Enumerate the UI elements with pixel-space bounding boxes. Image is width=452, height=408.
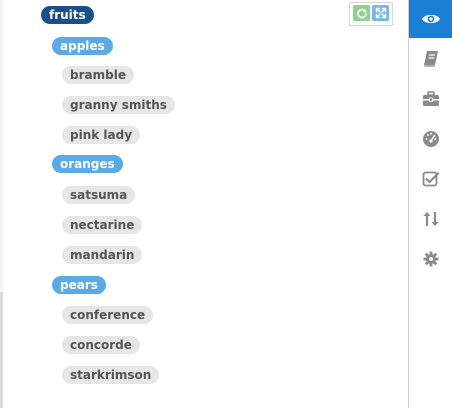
tree-leaf-bramble[interactable]: bramble bbox=[62, 66, 134, 84]
eye-icon bbox=[422, 14, 440, 24]
tree-leaf-starkrimson[interactable]: starkrimson bbox=[62, 366, 160, 384]
sidebar-item-book[interactable] bbox=[409, 40, 452, 78]
tree-leaf-satsuma[interactable]: satsuma bbox=[62, 186, 136, 204]
sidebar-item-settings[interactable] bbox=[409, 240, 452, 278]
main-panel: fruits apples bramble granny smiths pink… bbox=[0, 0, 408, 408]
sidebar-item-tasks[interactable] bbox=[409, 160, 452, 198]
tree-category-pears[interactable]: pears bbox=[52, 276, 106, 294]
tree-toolbar bbox=[349, 2, 393, 26]
dashboard-icon bbox=[423, 131, 439, 147]
right-sidebar bbox=[408, 0, 452, 408]
fruit-tree: fruits apples bramble granny smiths pink… bbox=[0, 0, 408, 408]
sidebar-item-sort[interactable] bbox=[409, 200, 452, 238]
tree-root-fruits[interactable]: fruits bbox=[41, 6, 94, 24]
sidebar-item-view[interactable] bbox=[409, 0, 452, 38]
tree-category-apples[interactable]: apples bbox=[52, 37, 113, 55]
gear-icon bbox=[423, 251, 439, 267]
tree-leaf-conference[interactable]: conference bbox=[62, 306, 154, 324]
tree-leaf-concorde[interactable]: concorde bbox=[62, 336, 140, 354]
sidebar-item-briefcase[interactable] bbox=[409, 80, 452, 118]
tree-leaf-mandarin[interactable]: mandarin bbox=[62, 246, 143, 264]
tree-leaf-pink-lady[interactable]: pink lady bbox=[62, 126, 141, 144]
tree-leaf-nectarine[interactable]: nectarine bbox=[62, 216, 143, 234]
sort-arrows-icon bbox=[423, 212, 439, 226]
book-icon bbox=[424, 51, 438, 67]
tree-category-oranges[interactable]: oranges bbox=[52, 155, 123, 173]
expand-icon bbox=[375, 7, 386, 19]
checkbox-icon bbox=[422, 171, 440, 187]
briefcase-icon bbox=[423, 91, 439, 106]
refresh-button[interactable] bbox=[353, 5, 370, 21]
sidebar-item-dashboard[interactable] bbox=[409, 120, 452, 158]
refresh-icon bbox=[356, 8, 367, 19]
tree-leaf-granny-smiths[interactable]: granny smiths bbox=[62, 96, 175, 114]
expand-button[interactable] bbox=[372, 5, 389, 21]
